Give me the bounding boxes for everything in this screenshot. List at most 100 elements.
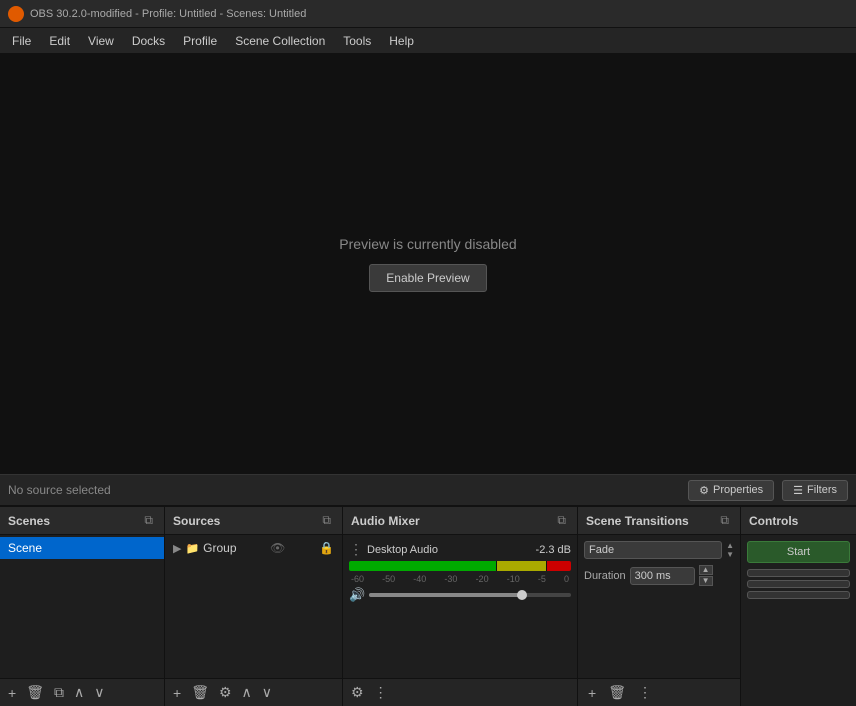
transitions-panel-footer: + 🗑 ⋮ [578,678,740,706]
source-visibility-button[interactable]: 👁 [270,541,285,555]
no-source-label: No source selected [8,483,680,497]
ctrl-btn-2[interactable] [747,580,850,588]
ctrl-btn-3[interactable] [747,591,850,599]
properties-label: Properties [713,484,763,496]
source-move-up-button[interactable]: ∧ [238,682,256,703]
duration-spin: ▲ ▼ [699,565,713,586]
transition-select-row: Fade Cut Swipe Slide Stinger Fade to Col… [578,537,740,563]
scene-delete-button[interactable]: 🗑 [22,682,48,703]
ctrl-btn-1[interactable] [747,569,850,577]
bottom-panels: Scenes ⧉ Scene + 🗑 ⧉ ∧ ∨ Sources ⧉ ▶ 📁 G… [0,506,856,706]
scene-duplicate-button[interactable]: ⧉ [50,682,68,703]
scene-item[interactable]: Scene [0,537,164,559]
sources-panel-title: Sources [173,514,220,528]
audio-track: ⋮ Desktop Audio -2.3 dB -60 -50 -40 [343,537,577,607]
menu-profile[interactable]: Profile [175,32,225,50]
preview-disabled-text: Preview is currently disabled [339,236,516,252]
source-item[interactable]: ▶ 📁 Group 👁 🔒 [165,537,342,559]
transitions-panel-title: Scene Transitions [586,514,689,528]
properties-button[interactable]: ⚙ Properties [688,480,774,501]
transition-delete-button[interactable]: 🗑 [604,682,630,703]
transition-more-button[interactable]: ⋮ [634,682,656,703]
audio-scale: -60 -50 -40 -30 -20 -10 -5 0 [349,574,571,584]
transition-add-button[interactable]: + [584,683,600,703]
filters-icon: ☰ [793,484,803,497]
scenes-list: Scene [0,535,164,678]
duration-down-button[interactable]: ▼ [699,576,713,586]
duration-up-button[interactable]: ▲ [699,565,713,575]
mute-button[interactable]: 🔊 [349,587,365,603]
properties-icon: ⚙ [699,484,709,497]
source-delete-button[interactable]: 🗑 [187,682,213,703]
menu-view[interactable]: View [80,32,122,50]
audio-mixer-panel: Audio Mixer ⧉ ⋮ Desktop Audio -2.3 dB [343,507,578,706]
sources-panel: Sources ⧉ ▶ 📁 Group 👁 🔒 + 🗑 ⚙ ∧ ∨ [165,507,343,706]
source-move-down-button[interactable]: ∨ [258,682,276,703]
scenes-panel-header: Scenes ⧉ [0,507,164,535]
volume-knob [517,590,527,600]
menu-file[interactable]: File [4,32,39,50]
audio-settings-button[interactable]: ⚙ [347,682,368,703]
menu-edit[interactable]: Edit [41,32,78,50]
window-title: OBS 30.2.0-modified - Profile: Untitled … [30,8,306,20]
scene-item-label: Scene [8,541,42,555]
controls-content: Start [741,535,856,706]
audio-controls: 🔊 [349,587,571,603]
scene-add-button[interactable]: + [4,683,20,703]
audio-panel-footer: ⚙ ⋮ [343,678,577,706]
meter-yellow [497,561,546,571]
sources-panel-header: Sources ⧉ [165,507,342,535]
scenes-panel-title: Scenes [8,514,50,528]
duration-row: Duration ▲ ▼ [578,563,740,588]
scenes-panel: Scenes ⧉ Scene + 🗑 ⧉ ∧ ∨ [0,507,165,706]
expand-icon: ▶ [173,542,181,555]
transition-select[interactable]: Fade Cut Swipe Slide Stinger Fade to Col… [584,541,722,559]
meter-green [349,561,496,571]
preview-area: Preview is currently disabled Enable Pre… [0,54,856,474]
audio-track-name: Desktop Audio [367,544,438,556]
audio-db-level: -2.3 dB [536,544,571,556]
transition-chevrons: ▲ ▼ [726,541,734,559]
scenes-panel-footer: + 🗑 ⧉ ∧ ∨ [0,678,164,706]
scene-move-down-button[interactable]: ∨ [90,682,108,703]
transitions-panel-menu[interactable]: ⧉ [717,512,732,529]
menu-scene-collection[interactable]: Scene Collection [227,32,333,50]
transitions-panel: Scene Transitions ⧉ Fade Cut Swipe Slide… [578,507,741,706]
audio-panel-header: Audio Mixer ⧉ [343,507,577,535]
meter-red [547,561,571,571]
menu-tools[interactable]: Tools [335,32,379,50]
audio-track-header: ⋮ Desktop Audio -2.3 dB [349,541,571,558]
volume-slider[interactable] [369,593,571,597]
audio-panel-title: Audio Mixer [351,514,420,528]
app-icon [8,6,24,22]
start-recording-button[interactable]: Start [747,541,850,563]
menu-help[interactable]: Help [381,32,422,50]
audio-more-button[interactable]: ⋮ [370,682,392,703]
controls-panel-header: Controls [741,507,856,535]
volume-fill [369,593,520,597]
audio-track-dots[interactable]: ⋮ [349,541,363,558]
filters-button[interactable]: ☰ Filters [782,480,848,501]
filters-label: Filters [807,484,837,496]
scene-move-up-button[interactable]: ∧ [70,682,88,703]
sources-panel-footer: + 🗑 ⚙ ∧ ∨ [165,678,342,706]
sources-panel-menu[interactable]: ⧉ [319,512,334,529]
source-settings-button[interactable]: ⚙ [215,682,236,703]
controls-panel: Controls Start [741,507,856,706]
sources-list: ▶ 📁 Group 👁 🔒 [165,535,342,678]
scenes-panel-menu[interactable]: ⧉ [141,512,156,529]
source-item-label: Group [203,541,236,555]
audio-meter-bar [349,561,571,571]
menu-docks[interactable]: Docks [124,32,173,50]
enable-preview-button[interactable]: Enable Preview [369,264,486,292]
title-bar: OBS 30.2.0-modified - Profile: Untitled … [0,0,856,28]
duration-label: Duration [584,570,626,582]
source-lock-button[interactable]: 🔒 [319,541,334,555]
duration-input[interactable] [630,567,695,585]
source-add-button[interactable]: + [169,683,185,703]
controls-panel-title: Controls [749,514,798,528]
control-buttons [741,567,856,601]
transitions-panel-header: Scene Transitions ⧉ [578,507,740,535]
audio-panel-menu[interactable]: ⧉ [554,512,569,529]
menu-bar: File Edit View Docks Profile Scene Colle… [0,28,856,54]
